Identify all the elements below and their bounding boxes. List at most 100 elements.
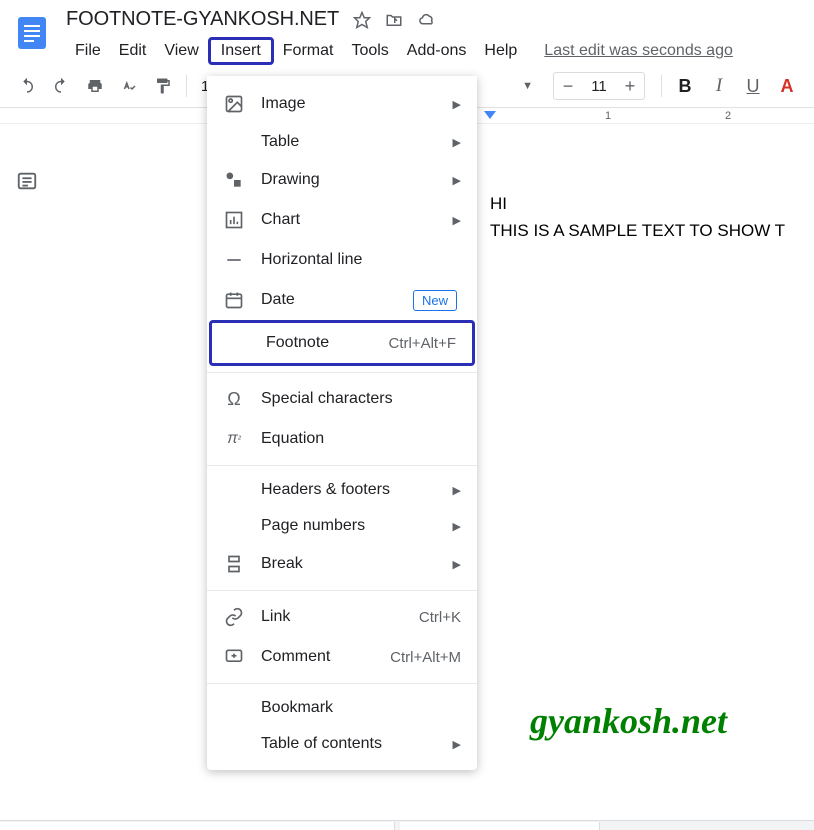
move-icon[interactable] (385, 11, 403, 29)
chevron-right-icon: ▶ (453, 214, 461, 227)
italic-button[interactable]: I (704, 71, 734, 101)
text-line: HI (490, 190, 785, 217)
menu-insert[interactable]: Insert (208, 37, 274, 65)
menubar: File Edit View Insert Format Tools Add-o… (66, 37, 802, 65)
insert-chart[interactable]: Chart ▶ (207, 200, 477, 240)
insert-footnote[interactable]: Footnote Ctrl+Alt+F (209, 320, 475, 366)
dd-label: Footnote (266, 334, 388, 352)
insert-dropdown: Image ▶ Table ▶ Drawing ▶ Chart ▶ Horizo… (207, 76, 477, 770)
insert-bookmark[interactable]: Bookmark (207, 690, 477, 726)
text-color-button[interactable]: A (772, 71, 802, 101)
undo-button[interactable] (12, 71, 42, 101)
font-size-decrease[interactable]: − (554, 73, 582, 99)
dd-label: Table of contents (261, 735, 453, 753)
shortcut: Ctrl+K (419, 609, 461, 626)
watermark: gyankosh.net (530, 700, 727, 742)
dd-label: Equation (261, 430, 461, 448)
dd-label: Image (261, 95, 453, 113)
blank-icon (228, 332, 250, 354)
separator (207, 465, 477, 466)
paint-format-button[interactable] (148, 71, 178, 101)
last-edit-link[interactable]: Last edit was seconds ago (544, 42, 733, 60)
underline-button[interactable]: U (738, 71, 768, 101)
drawing-icon (223, 169, 245, 191)
bottom-tab[interactable] (0, 822, 200, 830)
insert-comment[interactable]: Comment Ctrl+Alt+M (207, 637, 477, 677)
menu-addons[interactable]: Add-ons (398, 38, 476, 64)
dd-label: Bookmark (261, 699, 461, 717)
chevron-right-icon: ▶ (453, 98, 461, 111)
chevron-right-icon: ▶ (453, 558, 461, 571)
chevron-right-icon: ▶ (453, 174, 461, 187)
print-button[interactable] (80, 71, 110, 101)
menu-file[interactable]: File (66, 38, 110, 64)
redo-button[interactable] (46, 71, 76, 101)
document-body[interactable]: HI THIS IS A SAMPLE TEXT TO SHOW T (490, 190, 785, 244)
insert-table[interactable]: Table ▶ (207, 124, 477, 160)
link-icon (223, 606, 245, 628)
dd-label: Special characters (261, 390, 461, 408)
calendar-icon (223, 289, 245, 311)
separator (207, 372, 477, 373)
font-size-value[interactable]: 11 (582, 78, 616, 95)
insert-toc[interactable]: Table of contents ▶ (207, 726, 477, 762)
chevron-right-icon: ▶ (453, 484, 461, 497)
dd-label: Break (261, 555, 453, 573)
separator (207, 683, 477, 684)
dd-label: Horizontal line (261, 251, 461, 269)
menu-edit[interactable]: Edit (110, 38, 156, 64)
pi-icon: π² (223, 428, 245, 450)
insert-page-numbers[interactable]: Page numbers ▶ (207, 508, 477, 544)
chevron-right-icon: ▶ (453, 136, 461, 149)
omega-icon: Ω (223, 388, 245, 410)
dd-label: Page numbers (261, 517, 453, 535)
dd-label: Headers & footers (261, 481, 453, 499)
ruler-mark: 2 (725, 110, 731, 122)
insert-drawing[interactable]: Drawing ▶ (207, 160, 477, 200)
separator (186, 75, 187, 97)
chevron-down-icon[interactable]: ▼ (522, 80, 533, 92)
insert-special-characters[interactable]: Ω Special characters (207, 379, 477, 419)
menu-tools[interactable]: Tools (342, 38, 397, 64)
chart-icon (223, 209, 245, 231)
font-size-stepper: − 11 + (553, 72, 645, 100)
insert-horizontal-line[interactable]: Horizontal line (207, 240, 477, 280)
insert-equation[interactable]: π² Equation (207, 419, 477, 459)
insert-image[interactable]: Image ▶ (207, 84, 477, 124)
outline-toggle[interactable] (16, 170, 38, 197)
shortcut: Ctrl+Alt+F (388, 335, 456, 352)
insert-break[interactable]: Break ▶ (207, 544, 477, 584)
menu-help[interactable]: Help (475, 38, 526, 64)
bottom-bar (0, 820, 814, 830)
insert-headers-footers[interactable]: Headers & footers ▶ (207, 472, 477, 508)
separator (661, 75, 662, 97)
shortcut: Ctrl+Alt+M (390, 649, 461, 666)
bottom-tab[interactable] (195, 822, 395, 830)
star-icon[interactable] (353, 11, 371, 29)
menu-view[interactable]: View (155, 38, 207, 64)
dd-label: Link (261, 608, 419, 626)
dd-label: Date (261, 291, 413, 309)
document-title[interactable]: FOOTNOTE-GYANKOSH.NET (66, 8, 339, 31)
bold-button[interactable]: B (670, 71, 700, 101)
comment-icon (223, 646, 245, 668)
font-size-increase[interactable]: + (616, 73, 644, 99)
bottom-tab[interactable] (400, 822, 600, 830)
image-icon (223, 93, 245, 115)
insert-link[interactable]: Link Ctrl+K (207, 597, 477, 637)
menu-format[interactable]: Format (274, 38, 343, 64)
cloud-status-icon[interactable] (417, 11, 437, 29)
dd-label: Table (261, 133, 453, 151)
new-badge: New (413, 290, 457, 311)
dd-label: Comment (261, 648, 390, 666)
page-break-icon (223, 553, 245, 575)
indent-marker-icon[interactable] (484, 110, 496, 128)
horizontal-line-icon (223, 249, 245, 271)
dd-label: Chart (261, 211, 453, 229)
text-line: THIS IS A SAMPLE TEXT TO SHOW T (490, 217, 785, 244)
ruler-mark: 1 (605, 110, 611, 122)
docs-logo[interactable] (12, 8, 52, 58)
separator (207, 590, 477, 591)
spellcheck-button[interactable] (114, 71, 144, 101)
insert-date[interactable]: Date New (207, 280, 477, 320)
